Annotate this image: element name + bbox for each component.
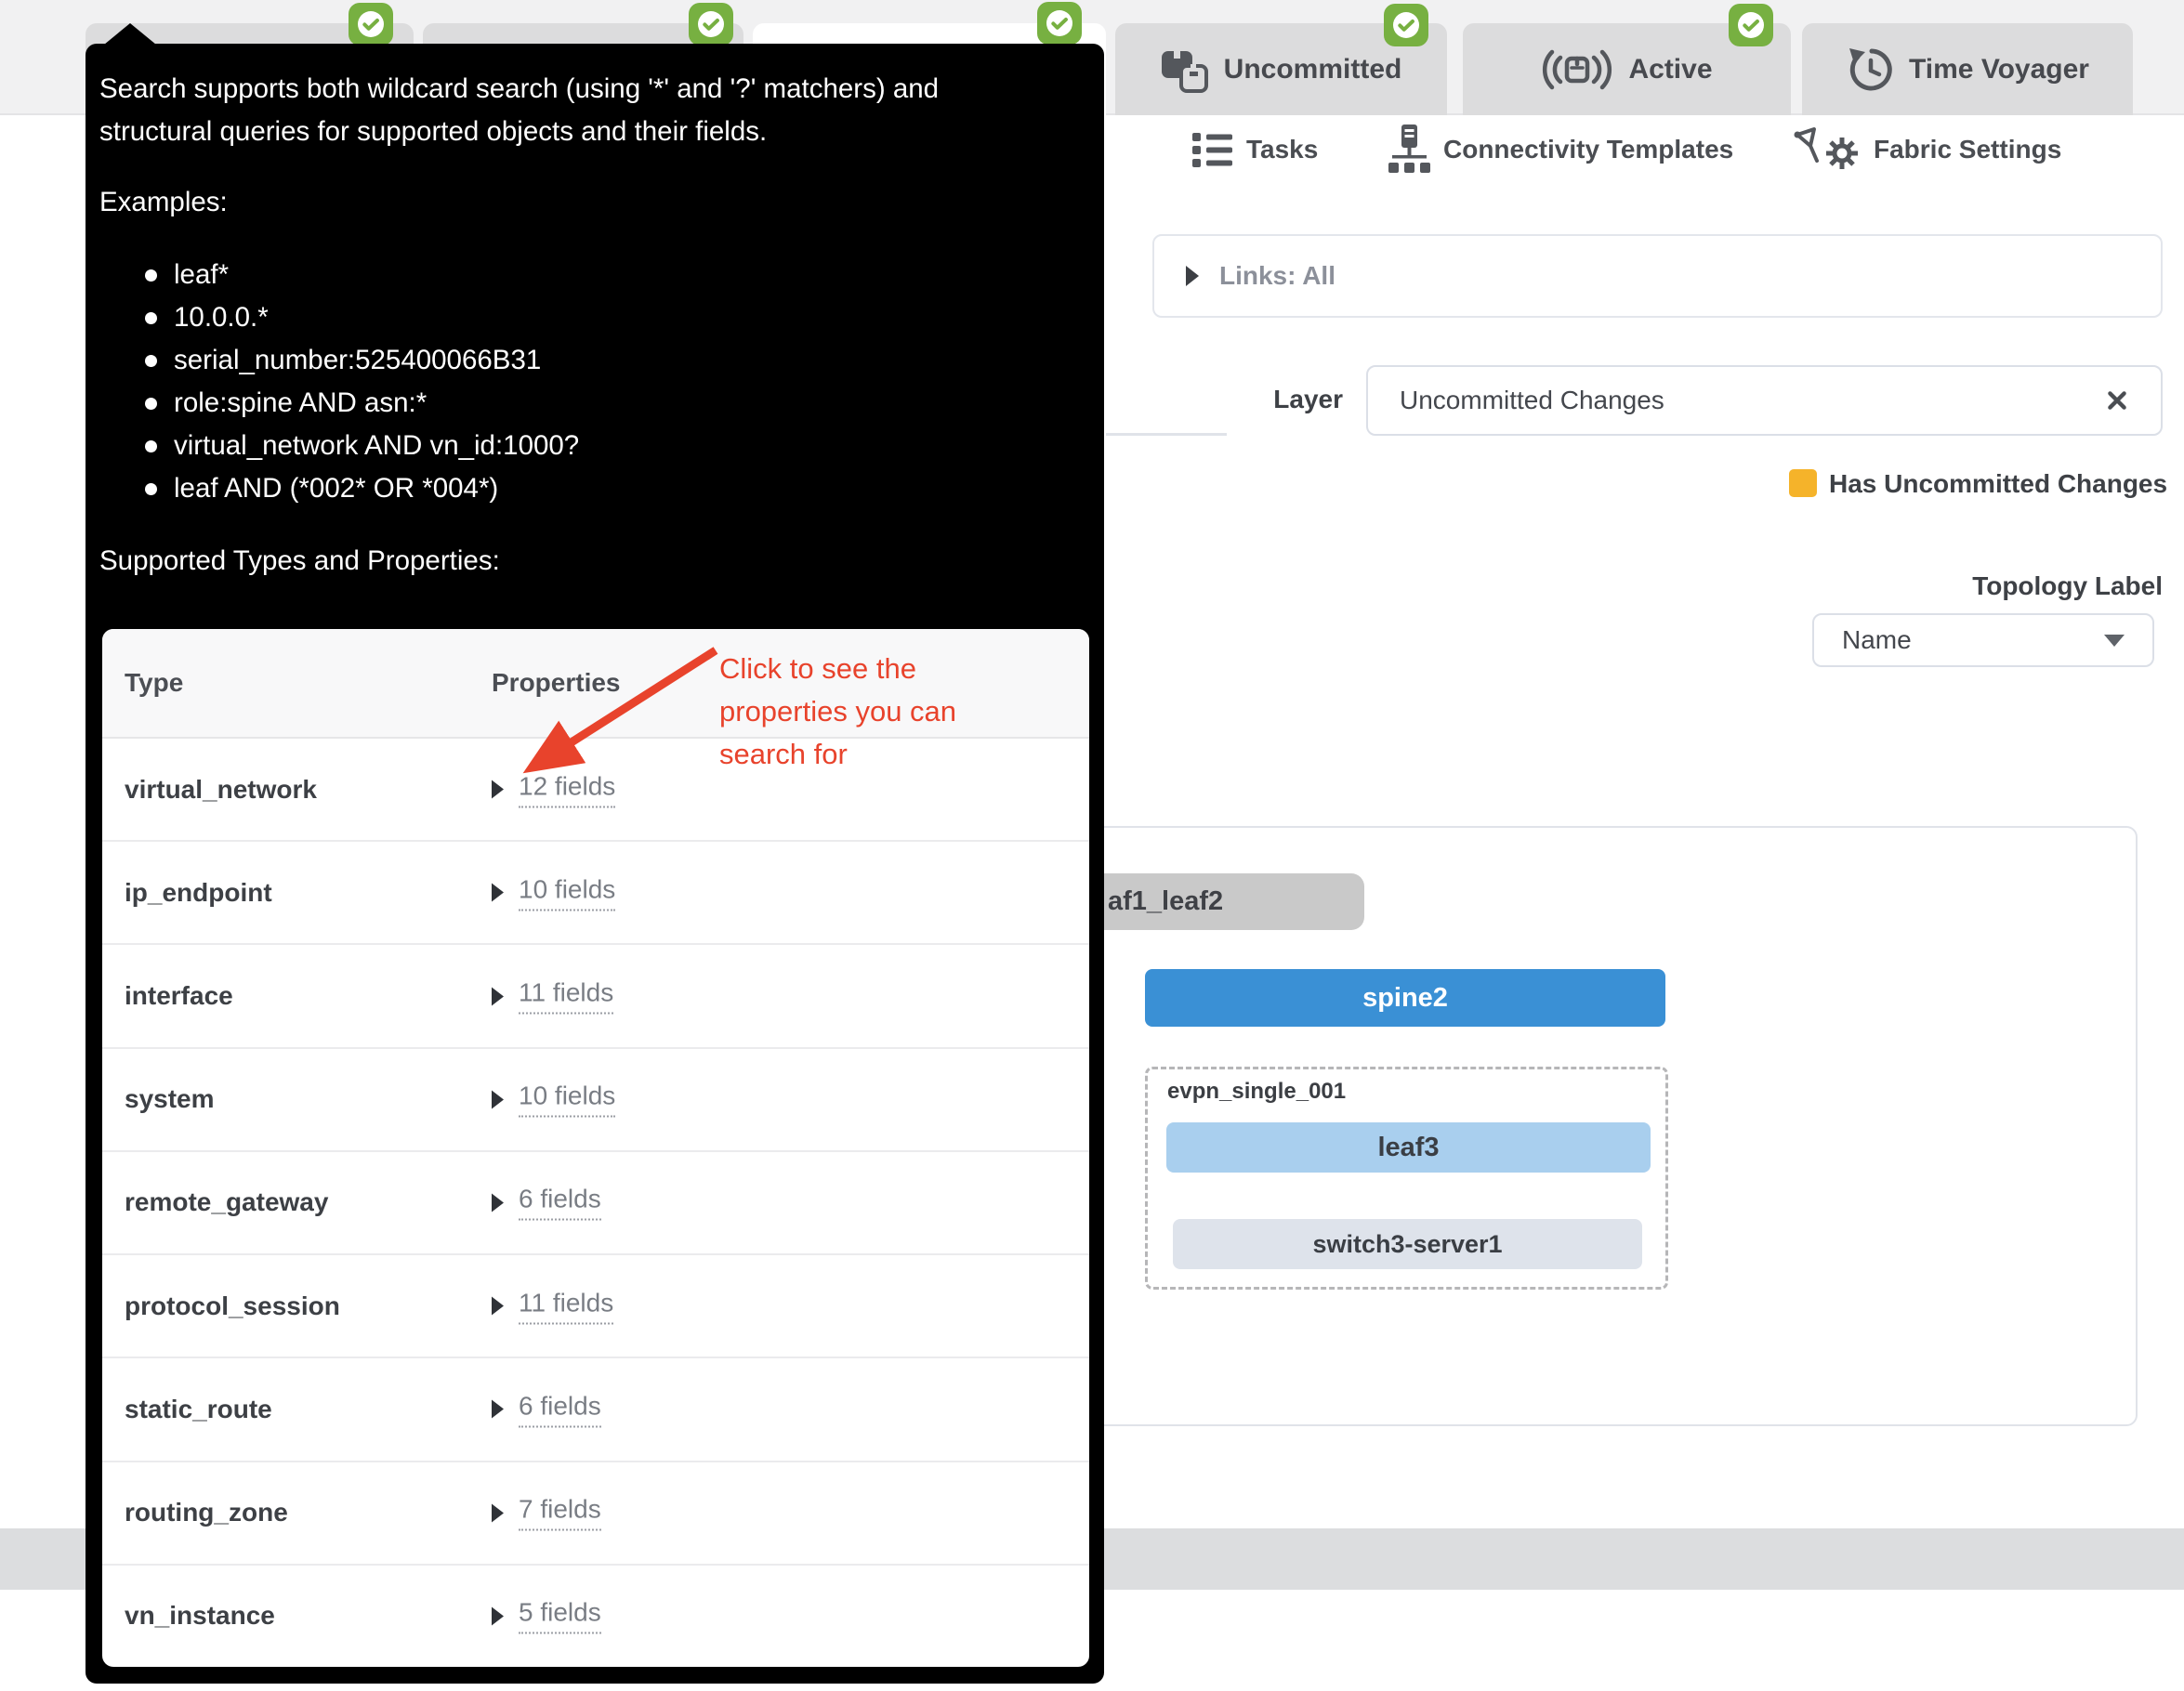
caret-right-icon[interactable]	[492, 1400, 504, 1419]
type-name: virtual_network	[125, 775, 317, 805]
caret-right-icon[interactable]	[492, 1090, 504, 1108]
fields-link[interactable]: 11 fields	[519, 1288, 613, 1324]
tab-time-voyager[interactable]: Time Voyager	[1802, 23, 2133, 115]
layer-select-value: Uncommitted Changes	[1400, 386, 2105, 415]
fields-link[interactable]: 6 fields	[519, 1185, 601, 1221]
tab-uncommitted-label: Uncommitted	[1224, 54, 1402, 85]
tab-time-voyager-label: Time Voyager	[1909, 54, 2089, 85]
table-row: static_route 6 fields	[102, 1357, 1089, 1460]
fields-link[interactable]: 10 fields	[519, 1081, 615, 1118]
example-item: serial_number:525400066B31	[86, 339, 579, 382]
subtab-connectivity-templates[interactable]: Connectivity Templates	[1388, 115, 1733, 184]
uncommitted-legend-label: Has Uncommitted Changes	[1829, 469, 2167, 499]
tooltip-intro-text: Search supports both wildcard search (us…	[99, 68, 1043, 153]
links-filter-label: Links: All	[1219, 261, 1335, 291]
topology-node-spine2-label: spine2	[1362, 983, 1448, 1014]
type-name: protocol_session	[125, 1291, 340, 1321]
check-circle-icon	[689, 3, 733, 46]
subtab-fabric-settings[interactable]: Fabric Settings	[1794, 115, 2061, 184]
type-name: routing_zone	[125, 1498, 288, 1527]
check-circle-icon	[1729, 4, 1773, 46]
topology-label-title: Topology Label	[1791, 571, 2163, 601]
links-filter-expander[interactable]: Links: All	[1152, 234, 2163, 318]
caret-right-icon[interactable]	[492, 1503, 504, 1522]
check-circle-icon	[1384, 4, 1428, 46]
table-row: routing_zone 7 fields	[102, 1461, 1089, 1564]
tooltip-supported-title: Supported Types and Properties:	[99, 540, 500, 583]
subtab-tasks[interactable]: Tasks	[1192, 115, 1318, 184]
topology-node-spine2[interactable]: spine2	[1145, 969, 1665, 1027]
type-name: remote_gateway	[125, 1187, 328, 1217]
type-name: interface	[125, 981, 233, 1011]
type-name: ip_endpoint	[125, 878, 272, 908]
topology-label-select[interactable]: Name	[1812, 613, 2154, 667]
type-name: system	[125, 1084, 215, 1114]
topology-node-leaf3-label: leaf3	[1377, 1133, 1439, 1163]
annotation-arrow-icon	[476, 601, 755, 815]
example-item: leaf AND (*002* OR *004*)	[86, 467, 579, 510]
stacked-blueprints-icon	[1161, 46, 1209, 93]
layer-label: Layer	[1236, 385, 1343, 414]
tooltip-examples-title: Examples:	[99, 181, 228, 224]
topology-pod-evpn-single-001: evpn_single_001 leaf3 switch3-server1	[1145, 1067, 1668, 1290]
tune-gear-icon	[1794, 125, 1861, 174]
table-row: interface 11 fields	[102, 943, 1089, 1046]
x-icon[interactable]	[2105, 388, 2129, 413]
caret-right-icon[interactable]	[492, 884, 504, 902]
example-item: 10.0.0.*	[86, 296, 579, 339]
caret-right-icon[interactable]	[492, 1606, 504, 1625]
uncommitted-legend-swatch	[1789, 469, 1817, 497]
fields-link[interactable]: 5 fields	[519, 1598, 601, 1634]
caret-right-icon[interactable]	[492, 987, 504, 1005]
fields-link[interactable]: 11 fields	[519, 978, 613, 1015]
table-row: remote_gateway 6 fields	[102, 1150, 1089, 1253]
topology-pod-label: evpn_single_001	[1167, 1079, 1346, 1105]
fields-link[interactable]: 10 fields	[519, 874, 615, 911]
history-clock-icon	[1846, 46, 1894, 94]
topology-node-switch3-server1[interactable]: switch3-server1	[1173, 1219, 1642, 1269]
subtab-connectivity-templates-label: Connectivity Templates	[1443, 135, 1733, 164]
search-help-tooltip: Search supports both wildcard search (us…	[86, 44, 1104, 1684]
topology-node-switch3-server1-label: switch3-server1	[1312, 1230, 1502, 1259]
layer-select[interactable]: Uncommitted Changes	[1366, 365, 2163, 436]
example-item: role:spine AND asn:*	[86, 382, 579, 425]
caret-right-icon[interactable]	[492, 1297, 504, 1316]
tooltip-examples-list: leaf* 10.0.0.* serial_number:525400066B3…	[86, 254, 579, 510]
task-list-icon	[1192, 131, 1233, 168]
subtab-tasks-label: Tasks	[1246, 135, 1318, 164]
type-name: static_route	[125, 1395, 272, 1424]
example-item: virtual_network AND vn_id:1000?	[86, 425, 579, 467]
subtab-fabric-settings-label: Fabric Settings	[1874, 135, 2061, 164]
table-row: protocol_session 11 fields	[102, 1253, 1089, 1357]
live-broadcast-icon	[1541, 46, 1613, 94]
example-item: leaf*	[86, 254, 579, 296]
topology-label-select-value: Name	[1842, 625, 2104, 655]
tooltip-caret	[104, 23, 156, 45]
tab-active-label: Active	[1628, 54, 1712, 85]
column-header-type: Type	[125, 629, 183, 737]
annotation-text: Click to see the properties you can sear…	[719, 648, 1040, 776]
caret-right-icon[interactable]	[492, 1193, 504, 1212]
fields-link[interactable]: 7 fields	[519, 1495, 601, 1531]
topology-node-leaf3[interactable]: leaf3	[1166, 1122, 1651, 1173]
table-row: ip_endpoint 10 fields	[102, 840, 1089, 943]
table-row: vn_instance 5 fields	[102, 1564, 1089, 1667]
app-root: { "colors": { "badge_green": "#77b041", …	[0, 0, 2184, 1691]
table-row: system 10 fields	[102, 1047, 1089, 1150]
caret-right-icon	[1186, 266, 1199, 286]
topology-node-link-label: af1_leaf2	[1108, 886, 1223, 917]
fields-link[interactable]: 6 fields	[519, 1391, 601, 1427]
check-circle-icon	[349, 3, 393, 46]
hierarchy-icon	[1388, 125, 1430, 175]
caret-down-icon	[2104, 635, 2125, 647]
hidden-tabs-underline	[1106, 433, 1227, 436]
type-name: vn_instance	[125, 1601, 275, 1631]
check-circle-icon	[1037, 2, 1082, 45]
